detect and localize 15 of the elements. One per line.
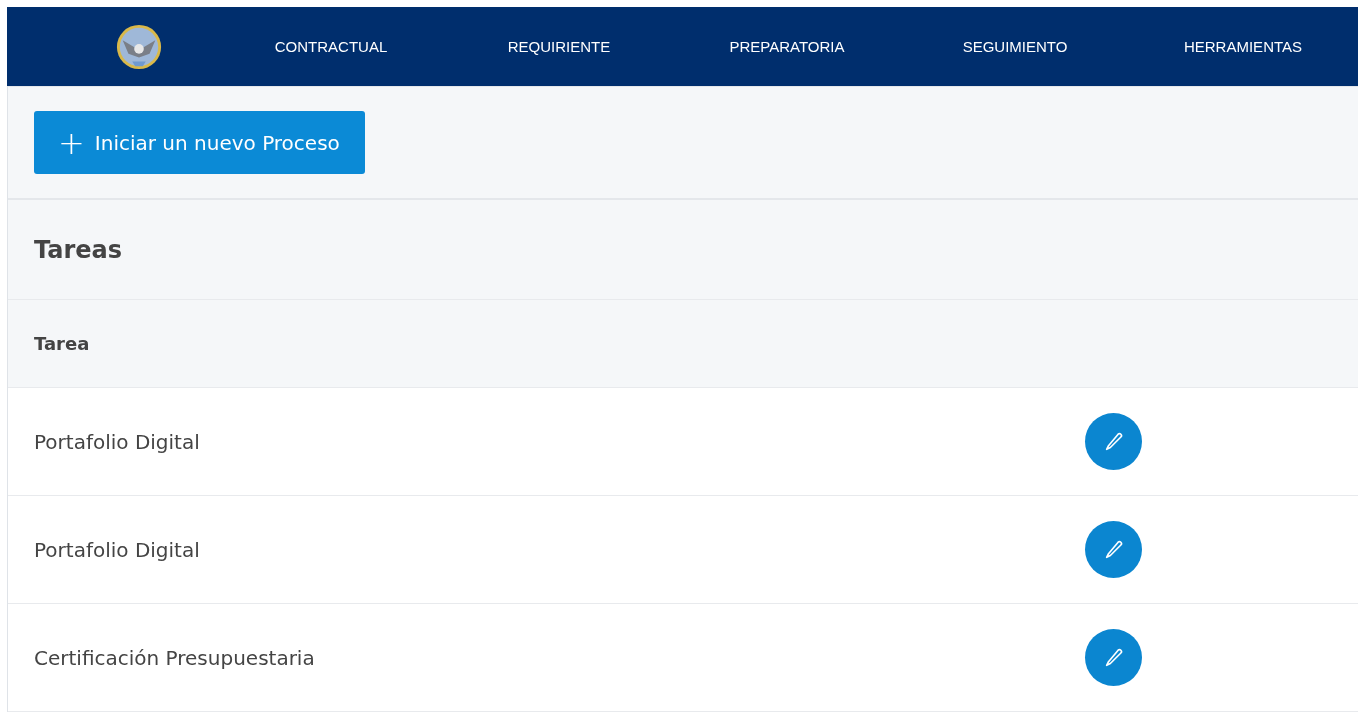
nav-link[interactable]: HERRAMIENTAS bbox=[1129, 38, 1357, 55]
edit-button[interactable] bbox=[1085, 413, 1142, 470]
nav-link[interactable]: REQUIRIENTE bbox=[445, 38, 673, 55]
table-cell-text: Portafolio Digital bbox=[34, 429, 201, 454]
nav-link[interactable]: PREPARATORIA bbox=[673, 38, 901, 55]
nav-link[interactable]: CONTRACTUAL bbox=[217, 38, 445, 55]
new-process-button[interactable]: + Iniciar un nuevo Proceso bbox=[34, 111, 365, 174]
column-header: Tarea bbox=[34, 333, 90, 354]
table-cell-text: Certificación Presupuestaria bbox=[34, 645, 316, 670]
edit-button[interactable] bbox=[1085, 629, 1142, 686]
section-title: Tareas bbox=[34, 235, 123, 264]
emblem-icon[interactable] bbox=[115, 22, 163, 71]
nav-link[interactable]: SEGUIMIENTO bbox=[901, 38, 1129, 55]
table-cell-text: Portafolio Digital bbox=[34, 537, 201, 562]
edit-button[interactable] bbox=[1085, 521, 1142, 578]
